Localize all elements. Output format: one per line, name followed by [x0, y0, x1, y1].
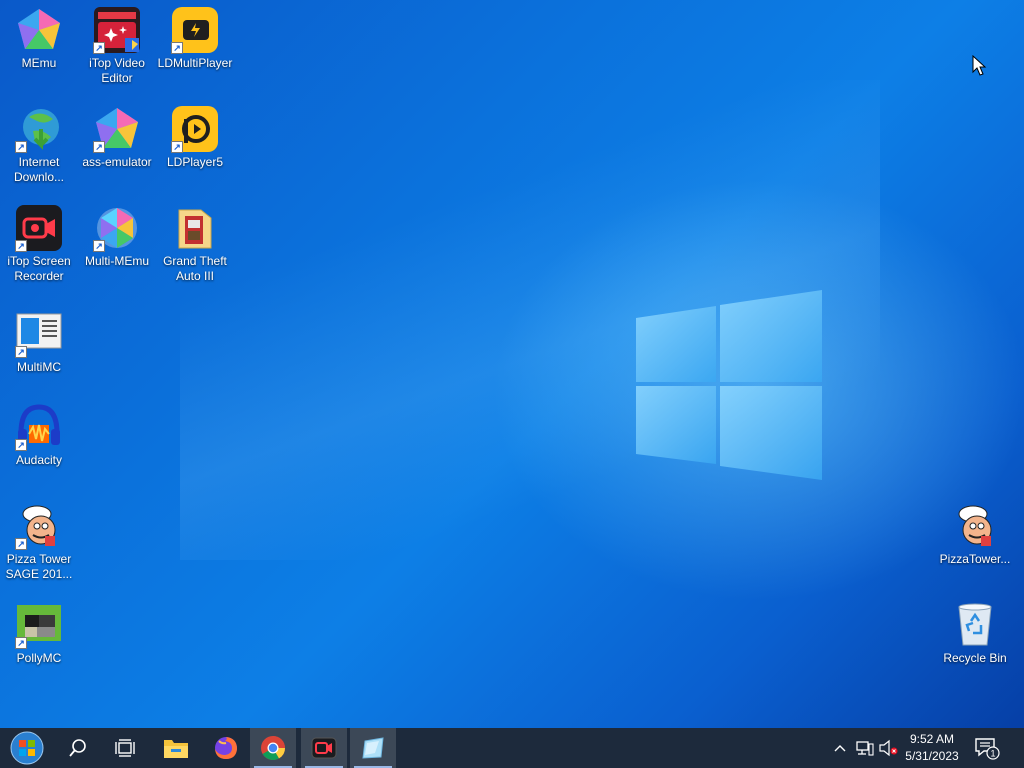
show-hidden-icons-button[interactable] — [828, 728, 852, 768]
search-icon — [69, 739, 86, 757]
task-view-icon — [115, 739, 135, 757]
file-explorer-folder-icon — [164, 740, 188, 758]
audacity-headphones-icon: ↗ — [15, 403, 63, 451]
desktop-icon-recycle-bin[interactable]: Recycle Bin — [936, 601, 1014, 666]
chevron-up-icon — [834, 745, 846, 752]
taskbar-chrome[interactable] — [250, 728, 296, 768]
peppino-chef-icon: ↗ — [15, 502, 63, 550]
mouse-cursor-icon — [972, 55, 987, 76]
desktop-icon-itop-screen-recorder[interactable]: ↗ iTop Screen Recorder — [0, 204, 78, 284]
network-tray-button[interactable] — [853, 728, 877, 768]
taskbar: 9:52 AM 5/31/2023 1 — [0, 728, 1024, 768]
windows-7-orb-icon — [10, 731, 44, 765]
folder-icon — [171, 204, 219, 252]
desktop-icon-memu[interactable]: MEmu — [0, 6, 78, 71]
taskbar-itop-screen-recorder[interactable] — [301, 728, 347, 768]
recycle-bin-icon — [951, 601, 999, 649]
notifications-icon: 1 — [975, 738, 1000, 760]
shortcut-arrow-icon: ↗ — [93, 240, 105, 252]
shortcut-arrow-icon: ↗ — [15, 538, 27, 550]
shortcut-arrow-icon: ↗ — [15, 439, 27, 451]
desktop-icon-grand-theft-auto-iii[interactable]: Grand Theft Auto III — [156, 204, 234, 284]
ldplayer5-icon: ↗ — [171, 105, 219, 153]
desktop-icon-ldplayer5[interactable]: ↗ LDPlayer5 — [156, 105, 234, 170]
icon-label: Pizza Tower SAGE 201... — [5, 552, 73, 581]
itop-screen-recorder-icon: ↗ — [15, 204, 63, 252]
icon-label: Audacity — [15, 453, 63, 467]
action-center-button[interactable]: 1 — [970, 728, 1004, 768]
clock-time: 9:52 AM — [909, 732, 955, 746]
shortcut-arrow-icon: ↗ — [15, 240, 27, 252]
icon-label: Grand Theft Auto III — [163, 254, 227, 283]
taskbar-file-explorer[interactable] — [153, 728, 199, 768]
glass-pane-icon — [362, 737, 384, 759]
taskbar-clock[interactable]: 9:52 AM 5/31/2023 — [896, 731, 968, 765]
desktop-icon-ldmultiplayer[interactable]: ↗ LDMultiPlayer — [156, 6, 234, 71]
volume-muted-icon — [879, 739, 898, 757]
icon-label: Multi-MEmu — [84, 254, 149, 268]
shortcut-arrow-icon: ↗ — [93, 141, 105, 153]
icon-label: Internet Downlo... — [13, 155, 65, 184]
desktop-icon-audacity[interactable]: ↗ Audacity — [0, 403, 78, 468]
itop-video-editor-icon: ↗ — [93, 6, 141, 54]
icon-label: MultiMC — [17, 360, 61, 374]
desktop-icon-itop-video-editor[interactable]: ↗ iTop Video Editor — [78, 6, 156, 86]
pollymc-icon: ↗ — [15, 601, 63, 649]
taskbar-firefox[interactable] — [203, 728, 249, 768]
memu-icon — [15, 6, 63, 54]
ldmultiplayer-icon: ↗ — [171, 6, 219, 54]
taskbar-notepad-app[interactable] — [350, 728, 396, 768]
icon-label: LDMultiPlayer — [157, 56, 233, 70]
icon-label: iTop Screen Recorder — [7, 254, 71, 283]
windows-wallpaper-logo — [636, 290, 822, 480]
icon-label: PizzaTower... — [939, 552, 1011, 566]
ass-emulator-icon: ↗ — [93, 105, 141, 153]
desktop-icon-ass-emulator[interactable]: ↗ ass-emulator — [78, 105, 156, 170]
firefox-icon — [215, 737, 237, 759]
desktop-icon-pollymc[interactable]: ↗ PollyMC — [0, 601, 78, 666]
itop-screen-recorder-icon — [311, 737, 337, 759]
icon-label: MEmu — [21, 56, 57, 70]
shortcut-arrow-icon: ↗ — [171, 141, 183, 153]
desktop[interactable]: MEmu ↗ Internet Downlo... ↗ iTop Screen … — [0, 0, 1024, 728]
desktop-icon-multi-memu[interactable]: ↗ Multi-MEmu — [78, 204, 156, 269]
network-wired-icon — [856, 741, 874, 756]
shortcut-arrow-icon: ↗ — [15, 346, 27, 358]
desktop-icon-multimc[interactable]: ↗ MultiMC — [0, 310, 78, 375]
chrome-icon — [261, 736, 285, 761]
shortcut-arrow-icon: ↗ — [15, 637, 27, 649]
shortcut-arrow-icon: ↗ — [171, 42, 183, 54]
task-view-button[interactable] — [102, 728, 148, 768]
start-button[interactable] — [2, 728, 52, 768]
desktop-icon-internet-download-manager[interactable]: ↗ Internet Downlo... — [0, 105, 78, 185]
icon-label: PollyMC — [16, 651, 62, 665]
multimc-icon: ↗ — [15, 310, 63, 358]
desktop-icon-pizza-tower-sage[interactable]: ↗ Pizza Tower SAGE 201... — [0, 502, 78, 582]
desktop-icon-pizzatower[interactable]: PizzaTower... — [936, 502, 1014, 567]
clock-date: 5/31/2023 — [905, 749, 959, 763]
peppino-chef-icon — [951, 502, 999, 550]
icon-label: ass-emulator — [82, 155, 152, 169]
shortcut-arrow-icon: ↗ — [93, 42, 105, 54]
notification-count-badge: 1 — [990, 749, 995, 759]
search-button[interactable] — [55, 728, 101, 768]
icon-label: LDPlayer5 — [166, 155, 224, 169]
shortcut-arrow-icon: ↗ — [15, 141, 27, 153]
icon-label: iTop Video Editor — [89, 56, 145, 85]
icon-label: Recycle Bin — [943, 651, 1007, 665]
idm-globe-icon: ↗ — [15, 105, 63, 153]
multi-memu-icon: ↗ — [93, 204, 141, 252]
